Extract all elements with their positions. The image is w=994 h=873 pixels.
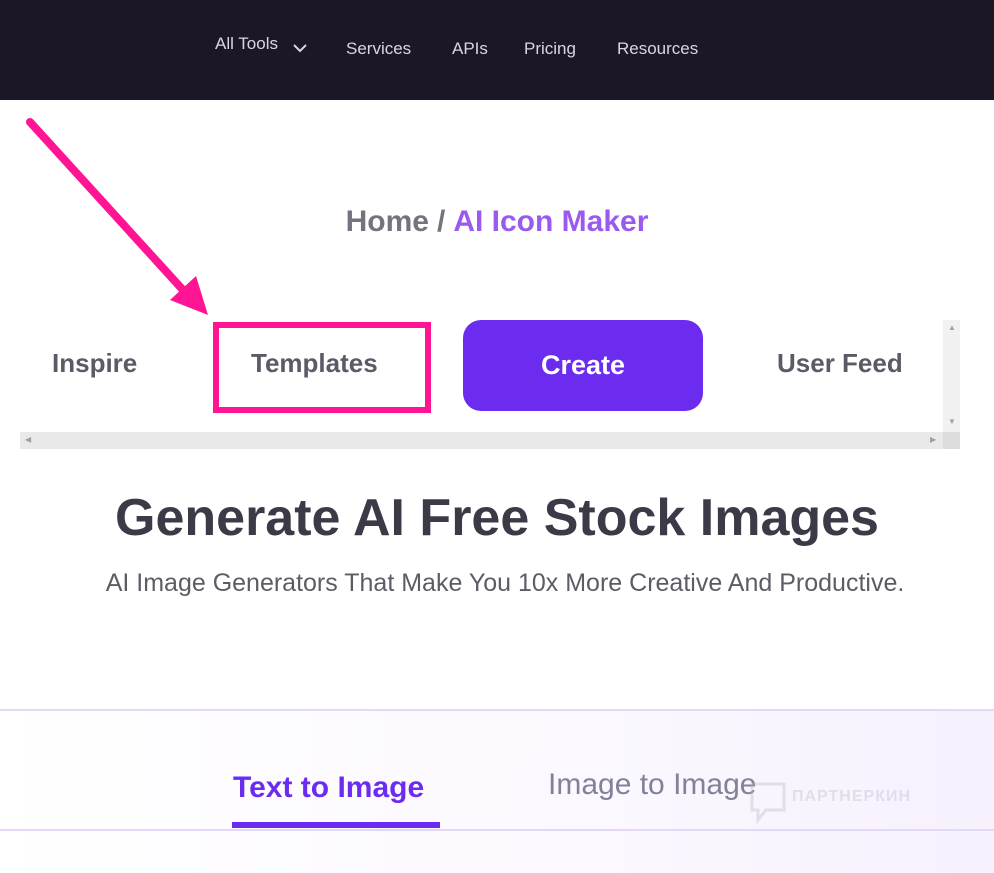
page-subtitle: AI Image Generators That Make You 10x Mo… [105, 569, 905, 597]
nav-services[interactable]: Services [346, 39, 411, 59]
nav-pricing[interactable]: Pricing [524, 39, 576, 59]
scroll-left-arrow-icon[interactable]: ◀ [25, 436, 31, 444]
generator-tab-bar: Text to Image Image to Image [0, 709, 994, 873]
tab-user-feed[interactable]: User Feed [777, 348, 903, 379]
nav-all-tools[interactable]: All Tools [215, 34, 278, 54]
tab-text-to-image[interactable]: Text to Image [233, 771, 424, 805]
breadcrumb-home-link[interactable]: Home [346, 205, 429, 238]
page-title: Generate AI Free Stock Images [115, 489, 879, 547]
vertical-scrollbar[interactable]: ▲ ▼ [943, 320, 960, 432]
scrollbar-corner [943, 432, 960, 449]
horizontal-scrollbar[interactable]: ◀ ▶ [20, 432, 943, 449]
divider [0, 709, 994, 711]
tab-image-to-image[interactable]: Image to Image [548, 768, 756, 802]
tab-create-button[interactable]: Create [463, 320, 703, 411]
tab-inspire[interactable]: Inspire [52, 348, 137, 379]
breadcrumb-current: AI Icon Maker [453, 205, 649, 238]
chevron-down-icon[interactable] [292, 40, 308, 56]
breadcrumb: Home / AI Icon Maker [0, 205, 994, 239]
nav-resources[interactable]: Resources [617, 39, 698, 59]
top-navigation-bar: All Tools Services APIs Pricing Resource… [0, 0, 994, 100]
divider [0, 829, 994, 831]
breadcrumb-separator: / [436, 205, 446, 238]
active-tab-underline [232, 822, 440, 828]
tab-templates[interactable]: Templates [251, 348, 378, 379]
scroll-right-arrow-icon[interactable]: ▶ [930, 436, 936, 444]
scroll-down-arrow-icon[interactable]: ▼ [948, 418, 956, 426]
nav-apis[interactable]: APIs [452, 39, 488, 59]
mode-tab-strip: Inspire Templates Create User Feed ▲ ▼ ◀… [20, 320, 960, 449]
scroll-up-arrow-icon[interactable]: ▲ [948, 324, 956, 332]
